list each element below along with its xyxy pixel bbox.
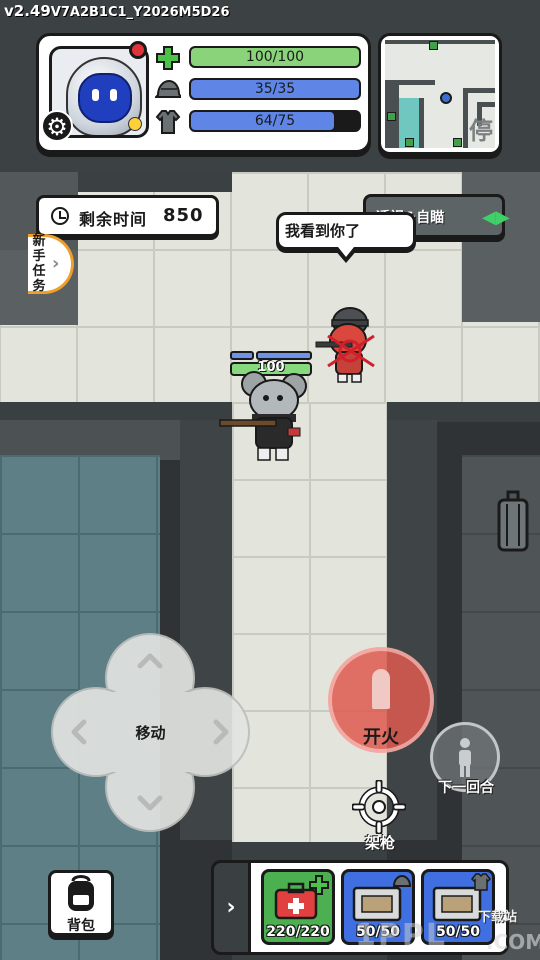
minimap-wall <box>419 98 424 148</box>
avatar-badge <box>128 117 142 131</box>
medkit-icon <box>274 875 329 920</box>
minimap-wall <box>385 80 435 85</box>
backpack-label: 背包 <box>67 918 95 934</box>
mount-gun-label: 架枪 <box>364 834 395 852</box>
enemy-character[interactable] <box>312 296 388 388</box>
chevron-right-icon: › <box>52 253 60 274</box>
health-value: 100/100 <box>245 49 305 65</box>
vest-bar: 64/75 <box>189 110 361 132</box>
newbie-task-label: 新手任务 <box>32 234 46 294</box>
play-arrow-icon: ◀▶ <box>482 207 510 228</box>
minimap-wall <box>463 88 495 93</box>
remaining-time-value: 850 <box>163 205 204 226</box>
vest-icon <box>155 110 181 134</box>
avatar-visor <box>78 73 132 123</box>
gear-icon[interactable]: ⚙ <box>41 110 73 142</box>
remaining-time-label: 剩余时间 <box>79 210 148 229</box>
overhead-armor-segment <box>230 351 254 360</box>
minimap-parking-label: 停 <box>469 117 493 145</box>
crosshair-icon[interactable] <box>352 780 406 834</box>
watermark-domain: .COM <box>486 930 540 954</box>
minimap-marker <box>405 138 414 147</box>
wall-segment <box>0 420 180 460</box>
move-label: 移动 <box>135 724 166 742</box>
minimap[interactable]: 停 <box>378 33 502 155</box>
player-character[interactable] <box>218 370 310 465</box>
medkit-count: 220/220 <box>266 924 330 940</box>
avatar-eye-left <box>92 89 99 101</box>
health-plus-icon <box>156 46 180 70</box>
overhead-vest-segment <box>256 351 312 360</box>
fire-label: 开火 <box>363 727 399 748</box>
minimap-wall <box>385 40 495 44</box>
health-bar: 100/100 <box>189 46 361 68</box>
notification-dot <box>129 41 147 59</box>
version-build: V7A2B1C1_Y2026M5D26 <box>50 5 230 20</box>
next-round-label: 下一回合 <box>438 780 494 796</box>
minimap-marker <box>453 138 462 147</box>
tray-expand-button[interactable]: › <box>211 860 251 955</box>
armor-value: 35/35 <box>254 81 296 97</box>
vest-value: 64/75 <box>254 113 296 129</box>
suitcase-pickup[interactable] <box>496 490 530 554</box>
item-slot-medkit[interactable]: 220/220 <box>261 869 335 945</box>
watermark-logo: 1PPL <box>355 918 447 953</box>
fire-button[interactable]: 开火 <box>328 647 434 753</box>
bullet-icon <box>372 669 390 709</box>
helmet-icon <box>155 79 181 98</box>
avatar-eye-right <box>110 89 117 101</box>
minimap-wall <box>463 88 468 148</box>
backpack-button[interactable]: 背包 <box>48 870 114 936</box>
armor-bar: 35/35 <box>189 78 361 100</box>
version-label: v2.49V7A2B1C1_Y2026M5D26 <box>4 2 230 20</box>
watermark-site-label: 下载站 <box>478 910 518 925</box>
clock-icon <box>51 207 69 225</box>
minimap-marker <box>387 112 396 121</box>
minimap-view: 停 <box>385 40 495 148</box>
backpack-icon <box>68 875 94 911</box>
status-panel: ⚙ 100/100 35/35 64/75 <box>36 33 371 153</box>
corridor-floor <box>232 402 387 842</box>
minimap-marker <box>429 41 438 50</box>
speech-bubble: 我看到你了 <box>276 212 416 250</box>
speech-bubble-tail <box>338 247 354 257</box>
version-number: v2.49 <box>4 2 51 20</box>
minimap-player-dot <box>440 92 452 104</box>
remaining-time: 剩余时间 850 <box>36 195 219 237</box>
